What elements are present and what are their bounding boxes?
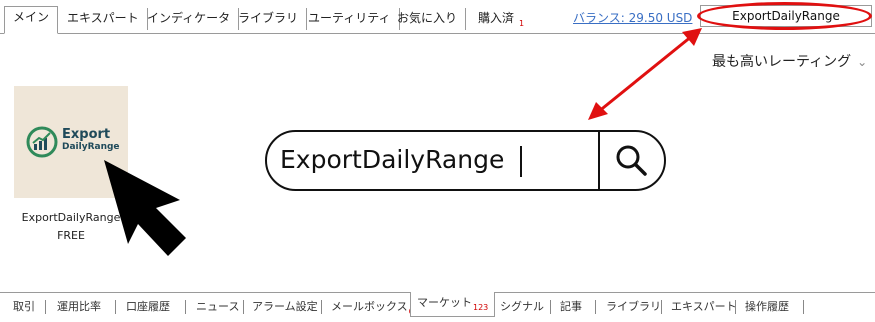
tab-purchased[interactable]: 購入済 1 (470, 8, 532, 30)
tab-articles[interactable]: 記事 (560, 297, 582, 317)
search-input[interactable]: ExportDailyRange (700, 5, 872, 27)
tab-libraries[interactable]: ライブラリ (230, 8, 308, 30)
tab-label: お気に入り (397, 11, 458, 25)
tab-label: マーケット (417, 296, 472, 309)
tab-label: インディケータ (147, 11, 231, 25)
product-title[interactable]: ExportDailyRange (14, 211, 128, 224)
sort-dropdown[interactable]: 最も高いレーティング ⌄ (712, 51, 867, 71)
chart-logo-icon (26, 126, 58, 158)
tab-separator (661, 300, 662, 314)
tab-experts[interactable]: エキスパート (59, 8, 148, 30)
tab-main[interactable]: メイン (4, 6, 59, 34)
tab-label: ライブラリ (238, 11, 299, 25)
tab-separator (595, 300, 596, 314)
tab-history[interactable]: 口座履歴 (126, 297, 170, 317)
market-count-badge: 123 (473, 303, 489, 312)
top-tab-bar: メイン エキスパート インディケータ ライブラリ ユーティリティ お気に入り 購… (0, 0, 875, 34)
tab-utilities[interactable]: ユーティリティ (300, 8, 400, 30)
tab-favorites[interactable]: お気に入り (389, 8, 467, 30)
tab-mailbox[interactable]: メールボックス6 (331, 297, 414, 317)
balance-link[interactable]: バランス: 29.50 USD (573, 9, 692, 26)
callout-query-text: ExportDailyRange (280, 145, 505, 174)
text-caret (520, 146, 522, 177)
tab-indicators[interactable]: インディケータ (139, 8, 240, 30)
tab-separator (550, 300, 551, 314)
tab-label: ユーティリティ (308, 11, 391, 25)
tab-trade[interactable]: 取引 (13, 297, 35, 317)
chevron-down-icon: ⌄ (857, 55, 868, 69)
tab-label: メールボックス (331, 300, 408, 313)
tab-code-base[interactable]: ライブラリ (606, 297, 661, 317)
logo-text-export: Export (62, 127, 111, 142)
tab-alerts[interactable]: アラーム設定 (252, 297, 318, 317)
tab-news[interactable]: ニュース (196, 297, 239, 317)
bottom-tab-bar: 取引 運用比率 口座履歴 ニュース アラーム設定 メールボックス6 マーケット1… (0, 292, 875, 322)
tab-label: メイン (13, 10, 50, 24)
tab-label: 購入済 (478, 11, 515, 25)
tab-separator (185, 300, 186, 314)
tab-market[interactable]: マーケット123 (410, 292, 496, 317)
search-callout: ExportDailyRange (265, 130, 666, 191)
tab-separator (803, 300, 804, 314)
tab-separator (321, 300, 322, 314)
double-arrow (588, 28, 702, 120)
tab-signals[interactable]: シグナル (500, 297, 544, 317)
search-divider (598, 130, 600, 191)
tab-experts-log[interactable]: エキスパート (671, 297, 737, 317)
purchased-count-badge: 1 (519, 19, 525, 28)
tab-label: エキスパート (67, 11, 139, 25)
sort-label: 最も高いレーティング (712, 54, 852, 70)
tab-separator (115, 300, 116, 314)
tab-separator (243, 300, 244, 314)
product-thumbnail[interactable]: Export DailyRange (14, 86, 128, 198)
logo-text-dailyrange: DailyRange (62, 142, 120, 152)
product-price: FREE (57, 229, 85, 242)
tab-separator (735, 300, 736, 314)
search-icon (616, 145, 647, 176)
tab-separator (45, 300, 46, 314)
tab-journal[interactable]: 操作履歴 (745, 297, 789, 317)
tab-exposure[interactable]: 運用比率 (57, 297, 101, 317)
